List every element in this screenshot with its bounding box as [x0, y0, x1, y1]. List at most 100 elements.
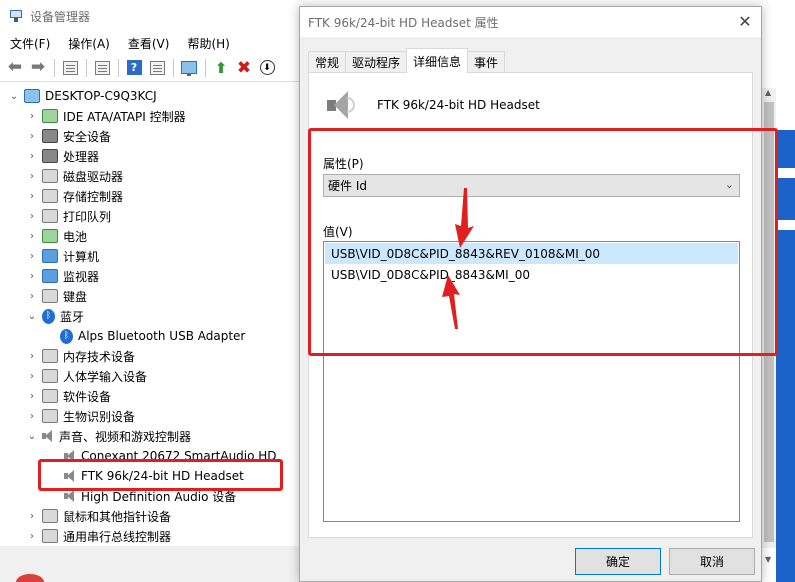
expand-chevron-icon[interactable]: ›: [26, 531, 38, 542]
tree-item-alps-bluetooth[interactable]: ᛒ Alps Bluetooth USB Adapter: [56, 326, 245, 346]
ok-button[interactable]: 确定: [575, 548, 661, 575]
collapse-chevron-icon[interactable]: ⌄: [26, 311, 38, 322]
uninstall-button[interactable]: ✖: [233, 57, 255, 79]
dialog-title-bar: FTK 96k/24-bit HD Headset 属性 ✕: [300, 7, 761, 37]
menu-file[interactable]: 文件(F): [0, 35, 59, 52]
fingerprint-icon: [42, 409, 58, 423]
tree-item-processor[interactable]: › 处理器: [26, 146, 99, 166]
device-manager-icon: [8, 9, 24, 23]
toolbar-separator: [205, 58, 206, 77]
expand-chevron-icon[interactable]: ›: [26, 411, 38, 422]
computer-icon: [42, 249, 58, 263]
tree-item-disk[interactable]: › 磁盘驱动器: [26, 166, 123, 186]
speaker-icon: [42, 429, 54, 443]
cancel-button[interactable]: 取消: [669, 548, 755, 575]
tree-item-software[interactable]: › 软件设备: [26, 386, 111, 406]
bluetooth-icon: ᛒ: [42, 308, 55, 324]
expand-chevron-icon[interactable]: ›: [26, 271, 38, 282]
toolbar: ⬅ ➡ ? ⬆ ✖ ⬇: [0, 54, 300, 82]
annotation-arrow-down: [455, 188, 474, 248]
forward-button[interactable]: ➡: [27, 57, 49, 79]
expand-chevron-icon[interactable]: ›: [26, 511, 38, 522]
tree-item-usb[interactable]: › 通用串行总线控制器: [26, 526, 171, 546]
tab-details[interactable]: 详细信息: [406, 48, 469, 73]
tree-item-monitor[interactable]: › 监视器: [26, 266, 99, 286]
menu-help[interactable]: 帮助(H): [178, 35, 238, 52]
tree-item-storage[interactable]: › 存储控制器: [26, 186, 123, 206]
tree-item-mouse[interactable]: › 鼠标和其他指针设备: [26, 506, 171, 526]
tree-root[interactable]: ⌄ DESKTOP-C9Q3KCJ: [8, 86, 157, 106]
show-hide-tree-button[interactable]: [59, 57, 81, 79]
expand-chevron-icon[interactable]: ›: [26, 251, 38, 262]
memory-icon: [42, 349, 58, 363]
processor-icon: [42, 149, 58, 163]
wallpaper-stripe: [776, 168, 795, 178]
help-button[interactable]: ?: [123, 57, 145, 79]
tree-item-keyboard[interactable]: › 键盘: [26, 286, 87, 306]
close-icon[interactable]: ✕: [737, 12, 753, 31]
tree-item-battery[interactable]: › 电池: [26, 226, 87, 246]
bluetooth-icon: ᛒ: [60, 328, 73, 344]
view-button[interactable]: [146, 57, 168, 79]
expand-chevron-icon[interactable]: ›: [26, 171, 38, 182]
tab-events[interactable]: 事件: [467, 51, 506, 73]
menu-action[interactable]: 操作(A): [59, 35, 119, 52]
expand-chevron-icon[interactable]: ›: [26, 291, 38, 302]
scan-hardware-button[interactable]: [178, 57, 200, 79]
uninstall-x-icon: ✖: [236, 57, 252, 78]
toolbar-separator: [86, 58, 87, 77]
back-button[interactable]: ⬅: [4, 57, 26, 79]
menu-view[interactable]: 查看(V): [119, 35, 179, 52]
collapse-chevron-icon[interactable]: ⌄: [26, 431, 38, 442]
view-icon: [149, 60, 165, 75]
annotation-arrow-up: [442, 275, 460, 329]
tree-item-ide[interactable]: › IDE ATA/ATAPI 控制器: [26, 106, 186, 126]
software-icon: [42, 389, 58, 403]
desktop-wallpaper-strip: [776, 130, 795, 582]
printer-icon: [42, 209, 58, 223]
update-driver-icon: ⬆: [214, 58, 228, 77]
tree-item-hid[interactable]: › 人体学输入设备: [26, 366, 147, 386]
toolbar-separator: [173, 58, 174, 77]
tree-item-biometric[interactable]: › 生物识别设备: [26, 406, 135, 426]
download-icon: ⬇: [259, 60, 275, 75]
device-header: FTK 96k/24-bit HD Headset: [325, 89, 540, 121]
scroll-down-icon[interactable]: ▼: [765, 555, 771, 564]
tab-driver[interactable]: 驱动程序: [345, 51, 408, 73]
monitor-icon: [42, 269, 58, 283]
expand-chevron-icon[interactable]: ›: [26, 211, 38, 222]
tab-strip: 常规 驱动程序 详细信息 事件: [308, 48, 506, 73]
security-icon: [42, 129, 58, 143]
annotation-highlight-tree-item: [38, 459, 283, 491]
download-button[interactable]: ⬇: [256, 57, 278, 79]
tree-item-printer[interactable]: › 打印队列: [26, 206, 111, 226]
horizontal-scrollbar[interactable]: [0, 546, 300, 582]
ide-icon: [42, 109, 58, 123]
expand-chevron-icon[interactable]: ›: [26, 231, 38, 242]
tree-item-bluetooth[interactable]: ⌄ ᛒ 蓝牙: [26, 306, 84, 326]
help-icon: ?: [126, 60, 142, 75]
annotation-highlight-values: [308, 128, 778, 356]
computer-icon: [24, 89, 40, 103]
properties-button[interactable]: [91, 57, 113, 79]
tree-item-computer[interactable]: › 计算机: [26, 246, 99, 266]
expand-chevron-icon[interactable]: ›: [26, 371, 38, 382]
tab-general[interactable]: 常规: [308, 51, 347, 73]
expand-chevron-icon[interactable]: ›: [26, 351, 38, 362]
update-driver-button[interactable]: ⬆: [210, 57, 232, 79]
scroll-up-icon[interactable]: ▲: [765, 88, 771, 97]
expand-chevron-icon[interactable]: ›: [26, 191, 38, 202]
expand-chevron-icon[interactable]: ›: [26, 151, 38, 162]
tree-item-sound[interactable]: ⌄ 声音、视频和游戏控制器: [26, 426, 191, 446]
expand-chevron-icon[interactable]: ›: [26, 391, 38, 402]
expand-chevron-icon[interactable]: ›: [26, 111, 38, 122]
collapse-chevron-icon[interactable]: ⌄: [8, 91, 20, 102]
tree-view-icon: [62, 60, 78, 75]
hid-icon: [42, 369, 58, 383]
speaker-icon: [64, 489, 76, 503]
tree-item-memory[interactable]: › 内存技术设备: [26, 346, 135, 366]
menu-bar: 文件(F) 操作(A) 查看(V) 帮助(H): [0, 32, 300, 54]
monitor-scan-icon: [181, 61, 197, 76]
expand-chevron-icon[interactable]: ›: [26, 131, 38, 142]
tree-item-security[interactable]: › 安全设备: [26, 126, 111, 146]
